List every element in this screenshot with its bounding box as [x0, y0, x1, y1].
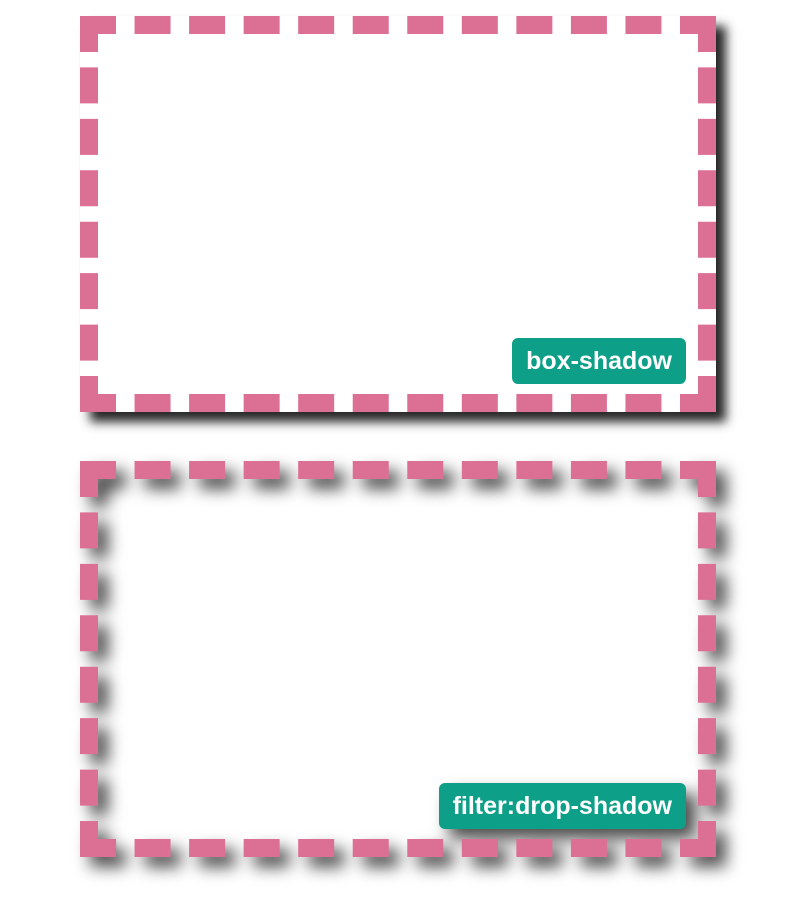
drop-shadow-demo-box: filter:drop-shadow [80, 461, 716, 857]
box-shadow-demo-box: box-shadow [80, 16, 716, 412]
drop-shadow-label: filter:drop-shadow [438, 783, 686, 829]
box-shadow-label: box-shadow [512, 338, 686, 384]
